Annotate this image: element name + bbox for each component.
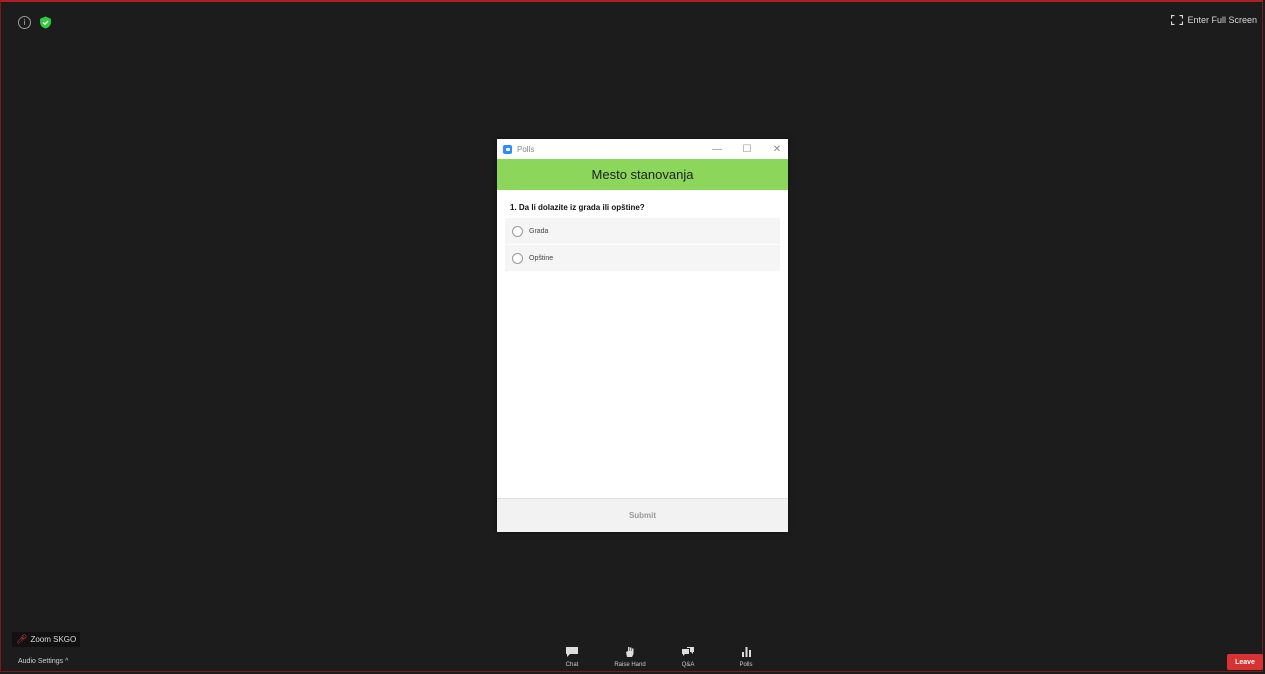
qa-icon (682, 647, 694, 656)
leave-button[interactable]: Leave (1227, 654, 1263, 670)
shield-icon[interactable] (39, 16, 52, 29)
fullscreen-label: Enter Full Screen (1187, 15, 1257, 25)
zoom-app-icon (503, 144, 512, 154)
meeting-info-icons: i (18, 16, 52, 29)
submit-button[interactable]: Submit (497, 498, 788, 532)
raise-hand-button[interactable]: Raise Hand (613, 646, 647, 668)
polls-icon (742, 647, 751, 657)
enter-full-screen-button[interactable]: Enter Full Screen (1171, 15, 1257, 25)
participant-name: Zoom SKGO (30, 635, 77, 644)
qa-label: Q&A (681, 662, 695, 668)
option-label: Grada (529, 227, 549, 235)
fullscreen-icon (1171, 15, 1184, 25)
raise-hand-label: Raise Hand (614, 662, 646, 668)
option-label: Opštine (529, 254, 554, 262)
chat-label: Chat (565, 662, 579, 668)
muted-mic-icon: 🎤︎ (16, 634, 28, 644)
meeting-toolbar: Chat Raise Hand Q&A Polls (555, 646, 763, 668)
window-titlebar: Polls — ☐ ✕ (497, 139, 788, 159)
window-controls: — ☐ ✕ (712, 144, 782, 155)
poll-option-opstine[interactable]: Opštine (505, 245, 780, 272)
window-title: Polls (517, 144, 535, 154)
radio-button[interactable] (512, 225, 523, 237)
chat-button[interactable]: Chat (555, 646, 589, 668)
poll-title: Mesto stanovanja (497, 159, 788, 190)
polls-window: Polls — ☐ ✕ Mesto stanovanja 1. Da li do… (497, 139, 788, 532)
maximize-button[interactable]: ☐ (742, 144, 752, 155)
chat-icon (566, 647, 578, 657)
poll-question: 1. Da li dolazite iz grada ili opštine? (510, 203, 645, 212)
qa-button[interactable]: Q&A (671, 646, 705, 668)
poll-option-grada[interactable]: Grada (505, 218, 780, 245)
info-icon[interactable]: i (18, 16, 31, 29)
radio-button[interactable] (512, 252, 523, 264)
minimize-button[interactable]: — (712, 144, 722, 155)
polls-button[interactable]: Polls (729, 646, 763, 668)
raise-hand-icon (626, 647, 634, 657)
participant-name-tag: 🎤︎ Zoom SKGO (12, 632, 81, 647)
polls-label: Polls (739, 662, 753, 668)
close-button[interactable]: ✕ (772, 144, 782, 155)
audio-settings-button[interactable]: Audio Settings ^ (18, 658, 68, 665)
